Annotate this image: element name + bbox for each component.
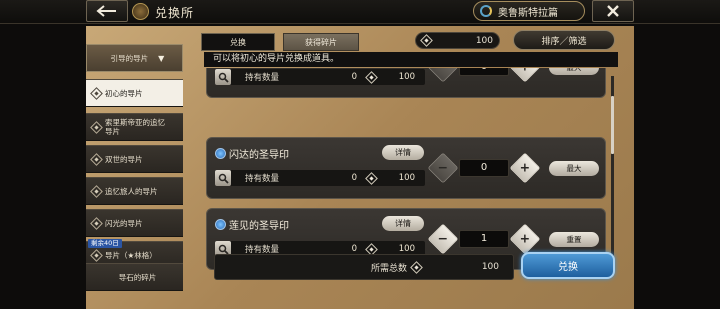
sidebar-header-label: 引导的导片 (110, 53, 149, 63)
sidebar-item-solistia[interactable]: 索里斯帝亚的追忆 导片 (86, 113, 183, 141)
sidebar-item-label: 索里斯帝亚的追忆 导片 (105, 118, 165, 136)
world-swap-icon (480, 5, 492, 17)
currency-total: 100 (415, 32, 500, 49)
quantity-value: 0 (459, 159, 509, 177)
plus-button[interactable]: + (509, 152, 541, 184)
minus-icon: − (438, 68, 448, 74)
owned-row: 持有数量 0 100 (215, 170, 425, 186)
required-total-label: 所需总数 (371, 263, 408, 274)
exchange-list[interactable]: 持有数量 0 100 − 0 + 最大 闪达的圣导印 详情 (206, 68, 609, 270)
diamond-icon (90, 248, 103, 262)
quantity-stepper: − 0 + (427, 68, 541, 83)
tab-exchange[interactable]: 兑换 (201, 33, 275, 51)
sidebar-item-label: 追忆旅人的导片 (105, 186, 158, 196)
item-cost: 100 (398, 244, 415, 254)
diamond-icon (90, 152, 103, 166)
seal-icon (215, 148, 226, 159)
chevron-down-icon: ▼ (158, 53, 165, 63)
close-icon (607, 5, 619, 17)
card-title: 莲见的圣导印 (215, 217, 289, 232)
sidebar-item-label: 导片（★林格） (105, 250, 157, 260)
item-cost: 100 (398, 173, 415, 183)
plus-icon: + (520, 68, 530, 74)
max-button[interactable]: 最大 (549, 68, 599, 75)
quantity-value: 0 (459, 68, 509, 76)
scrollbar-thumb[interactable] (611, 96, 614, 154)
plus-button[interactable]: + (509, 68, 541, 83)
back-arrow-icon (96, 5, 116, 17)
card-title: 闪达的圣导印 (215, 146, 289, 161)
owned-count: 0 (351, 173, 357, 183)
item-name: 莲见的圣导印 (229, 221, 289, 232)
owned-count: 0 (351, 72, 357, 82)
required-total-value: 100 (481, 262, 499, 272)
sidebar-item-label: 闪光的导片 (105, 218, 143, 228)
minus-button[interactable]: − (427, 152, 459, 184)
seal-icon (215, 219, 226, 230)
plus-button[interactable]: + (509, 223, 541, 255)
diamond-gem-icon (410, 260, 423, 274)
owned-label: 持有数量 (245, 73, 280, 83)
detail-button[interactable]: 详情 (382, 216, 424, 231)
detail-button[interactable]: 详情 (382, 145, 424, 160)
diamond-gem-icon (365, 70, 378, 84)
diamond-icon (90, 184, 103, 198)
exchange-button[interactable]: 兑换 (521, 252, 615, 279)
item-name: 闪达的圣导印 (229, 150, 289, 161)
max-button[interactable]: 最大 (549, 161, 599, 176)
diamond-icon (90, 120, 103, 134)
remaining-days-badge: 剩余40日 (88, 239, 122, 248)
main-panel: 兑换 获得碎片 100 排序／筛选 可以将初心的导片兑换成道具。 持有数量 0 … (199, 28, 624, 298)
sort-filter-button[interactable]: 排序／筛选 (513, 30, 615, 50)
quantity-stepper: − 1 + (427, 223, 541, 255)
minus-button[interactable]: − (427, 68, 459, 83)
quantity-stepper: − 0 + (427, 152, 541, 184)
sidebar-item-memory-traveler[interactable]: 追忆旅人的导片 (86, 177, 183, 205)
diamond-gem-icon (420, 34, 433, 47)
owned-count: 0 (351, 244, 357, 254)
reset-button[interactable]: 重置 (549, 232, 599, 247)
sidebar-header[interactable]: 引导的导片 ▼ (86, 44, 183, 72)
item-cost: 100 (398, 72, 415, 82)
sidebar: 引导的导片 ▼ 初心的导片 索里斯帝亚的追忆 导片 双世的导片 追忆旅人的导片 … (86, 44, 183, 309)
sidebar-item-flash[interactable]: 闪光的导片 (86, 209, 183, 237)
sidebar-item-beginner[interactable]: 初心的导片 (86, 79, 183, 107)
sidebar-item-label: 初心的导片 (105, 88, 143, 98)
minus-icon: − (437, 160, 449, 176)
minus-button[interactable]: − (427, 223, 459, 255)
world-label: 奥鲁斯特拉篇 (498, 7, 558, 19)
owned-row: 持有数量 0 100 (215, 69, 425, 85)
exchange-card: 闪达的圣导印 详情 持有数量 0 100 − 0 + 最大 (206, 137, 606, 199)
diamond-gem-icon (365, 171, 378, 185)
back-button[interactable] (86, 0, 128, 22)
sidebar-item-twin-worlds[interactable]: 双世的导片 (86, 145, 183, 173)
sidebar-item-label: 导石的碎片 (118, 272, 157, 282)
diamond-icon (90, 216, 103, 230)
sidebar-item-label: 双世的导片 (105, 154, 143, 164)
exchange-card: 持有数量 0 100 − 0 + 最大 (206, 68, 606, 98)
plus-icon: + (519, 231, 531, 247)
exchange-emblem-icon (132, 3, 149, 20)
minus-icon: − (437, 231, 449, 247)
page-title: 兑换所 (155, 6, 195, 20)
owned-label: 持有数量 (245, 174, 280, 184)
required-total-bar: 所需总数 100 (214, 254, 514, 280)
close-button[interactable] (592, 0, 634, 22)
info-text: 可以将初心的导片兑换成道具。 (204, 52, 618, 67)
tab-obtain-shards[interactable]: 获得碎片 (283, 33, 359, 51)
currency-total-value: 100 (475, 35, 493, 46)
diamond-icon (90, 86, 103, 100)
magnifier-icon[interactable] (215, 69, 231, 85)
top-bar: 兑换所 奥鲁斯特拉篇 (0, 0, 720, 24)
sidebar-item-guide-stone[interactable]: 导石的碎片 (86, 263, 183, 291)
plus-icon: + (519, 160, 531, 176)
world-selector[interactable]: 奥鲁斯特拉篇 (473, 1, 585, 21)
magnifier-icon[interactable] (215, 170, 231, 186)
quantity-value: 1 (459, 230, 509, 248)
